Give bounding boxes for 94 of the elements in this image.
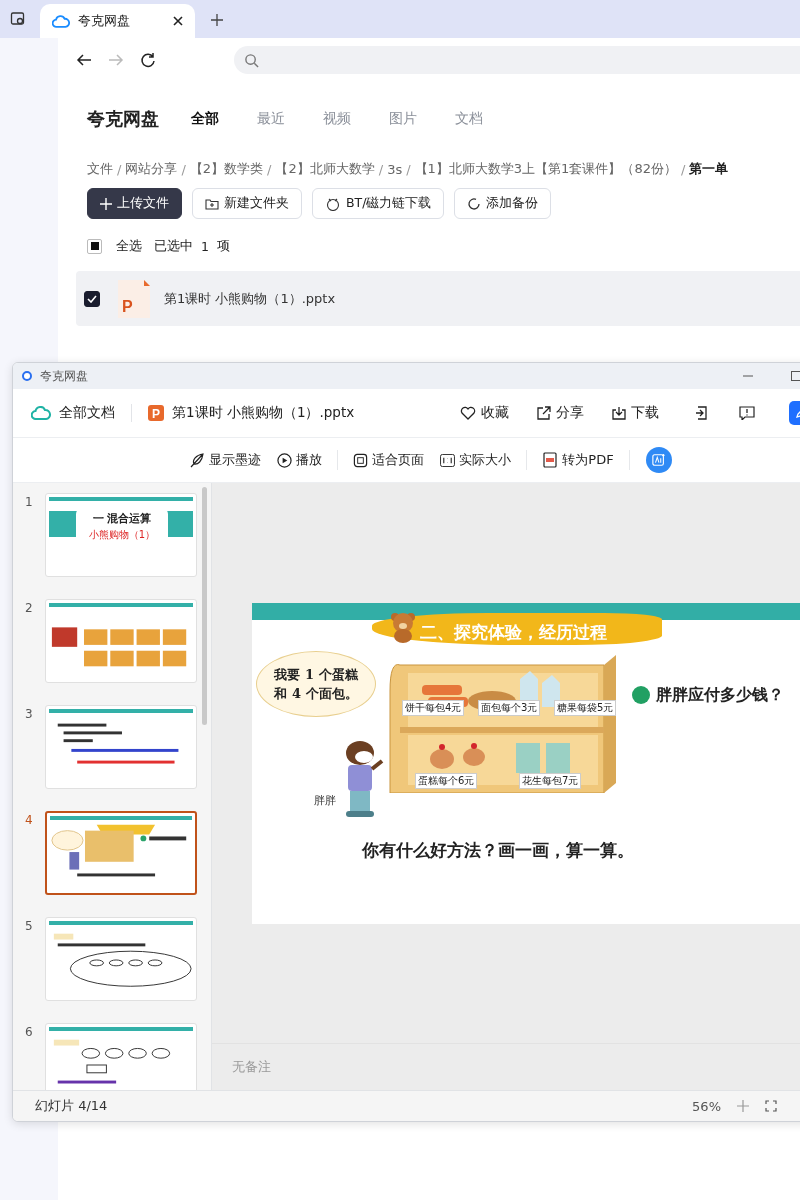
slide-thumbnail[interactable]: 一 混合运算 小熊购物（1） bbox=[45, 493, 197, 577]
slide-number: 2 bbox=[25, 600, 34, 617]
download-icon bbox=[612, 406, 626, 420]
price-label: 蛋糕每个6元 bbox=[415, 773, 478, 789]
character-name: 胖胖 bbox=[314, 793, 336, 808]
close-icon[interactable] bbox=[173, 16, 183, 26]
fit-page-icon bbox=[353, 452, 369, 468]
slide-number: 5 bbox=[25, 918, 34, 935]
search-icon bbox=[244, 52, 259, 68]
reload-icon[interactable] bbox=[140, 52, 156, 68]
action-button[interactable]: 新建文件夹 bbox=[192, 188, 302, 219]
feather-icon bbox=[189, 452, 206, 468]
document-title: 第1课时 小熊购物（1）.pptx bbox=[172, 404, 355, 422]
speech-bubble: 我要 1 个蛋糕 和 4 个面包。 bbox=[256, 651, 376, 717]
new-tab-icon[interactable] bbox=[211, 14, 223, 26]
bt-icon bbox=[325, 196, 341, 211]
thumbnail-title: 一 混合运算 bbox=[92, 510, 152, 526]
slide-heading: 二、探究体验，经历过程 bbox=[420, 621, 607, 644]
breadcrumb-link[interactable]: 3s bbox=[387, 161, 403, 177]
slide-counter: 幻灯片 4/14 bbox=[35, 1097, 108, 1115]
maximize-icon[interactable] bbox=[791, 371, 800, 381]
selected-count: 1 bbox=[201, 238, 209, 254]
price-label: 饼干每包4元 bbox=[402, 700, 465, 716]
actual-size-icon bbox=[440, 453, 456, 467]
nav-tab[interactable]: 图片 bbox=[389, 110, 417, 128]
price-label: 花生每包7元 bbox=[519, 773, 582, 789]
all-documents-link[interactable]: 全部文档 bbox=[59, 404, 115, 422]
header-action-button[interactable]: 收藏 bbox=[454, 403, 515, 423]
select-all-checkbox[interactable] bbox=[87, 238, 102, 254]
cloud-icon bbox=[31, 406, 51, 420]
toolbar-button[interactable]: 转为PDF bbox=[537, 451, 619, 469]
plus-icon bbox=[100, 197, 112, 210]
play-icon bbox=[277, 452, 293, 468]
pptx-file-icon: P bbox=[118, 279, 150, 318]
breadcrumb-link[interactable]: 【2】北师大数学 bbox=[275, 160, 375, 178]
nav-tab[interactable]: 全部 bbox=[191, 110, 219, 128]
tab-title: 夸克网盘 bbox=[78, 12, 130, 30]
slide-prompt: 你有什么好方法？画一画，算一算。 bbox=[362, 839, 634, 862]
zoom-level: 56% bbox=[692, 1098, 721, 1114]
action-button[interactable]: 上传文件 bbox=[87, 188, 182, 219]
file-row[interactable]: P 第1课时 小熊购物（1）.pptx bbox=[76, 271, 800, 326]
thumbnail-subtitle: 小熊购物（1） bbox=[88, 527, 156, 542]
breadcrumb-link[interactable]: 网站分享 bbox=[125, 160, 178, 178]
action-button[interactable]: 添加备份 bbox=[454, 188, 552, 219]
file-checkbox[interactable] bbox=[84, 290, 100, 307]
price-label: 面包每个3元 bbox=[478, 700, 541, 716]
toolbar-button[interactable]: 适合页面 bbox=[348, 451, 430, 469]
tab-search-icon[interactable] bbox=[10, 11, 26, 27]
breadcrumb-link[interactable]: 【2】数学类 bbox=[189, 160, 264, 178]
price-label: 糖果每袋5元 bbox=[554, 700, 617, 716]
selected-unit: 项 bbox=[216, 237, 230, 255]
sync-icon bbox=[467, 196, 482, 211]
toolbar-button[interactable]: 显示墨迹 bbox=[184, 451, 267, 469]
toolbar-button[interactable]: 播放 bbox=[272, 451, 328, 469]
breadcrumb-link[interactable]: 【1】北师大数学3上【第1套课件】（82份） bbox=[414, 160, 677, 178]
header-action-button[interactable]: 下载 bbox=[606, 403, 665, 423]
breadcrumb-link[interactable]: 第一单 bbox=[689, 160, 729, 178]
header-action-button[interactable]: 分享 bbox=[531, 403, 590, 423]
app-icon bbox=[22, 371, 32, 381]
cloud-icon bbox=[52, 14, 70, 28]
action-button[interactable]: BT/磁力链下载 bbox=[312, 188, 445, 219]
slide-number: 4 bbox=[25, 812, 34, 829]
bullet-icon bbox=[632, 686, 650, 704]
file-name: 第1课时 小熊购物（1）.pptx bbox=[164, 289, 336, 308]
slide-question: 胖胖应付多少钱？ bbox=[656, 685, 784, 706]
share-icon bbox=[537, 406, 551, 420]
slide-thumbnail[interactable] bbox=[45, 811, 197, 895]
ai-assistant-button[interactable] bbox=[645, 447, 672, 473]
breadcrumb-separator: / bbox=[117, 161, 122, 177]
toolbar-button[interactable]: 实际大小 bbox=[435, 451, 517, 469]
pdf-icon bbox=[542, 452, 559, 468]
slide-number: 3 bbox=[25, 706, 34, 723]
feedback-icon[interactable] bbox=[739, 406, 755, 420]
slide-number: 6 bbox=[25, 1024, 34, 1041]
select-all-label: 全选 bbox=[116, 237, 142, 255]
breadcrumb-separator: / bbox=[406, 161, 411, 177]
folder-icon bbox=[205, 197, 219, 210]
heart-icon bbox=[460, 406, 476, 420]
selected-label: 已选中 bbox=[154, 237, 193, 255]
window-title: 夸克网盘 bbox=[40, 367, 88, 385]
breadcrumb-separator: / bbox=[267, 161, 272, 177]
breadcrumb-separator: / bbox=[680, 161, 686, 177]
ai-icon bbox=[651, 453, 666, 467]
breadcrumb-separator: / bbox=[378, 161, 384, 177]
checkmark-icon bbox=[87, 294, 97, 303]
app-logo: 夸克网盘 bbox=[87, 107, 159, 131]
browser-tab[interactable]: 夸克网盘 bbox=[40, 4, 195, 38]
slide-number: 1 bbox=[25, 494, 34, 511]
fullscreen-icon[interactable] bbox=[765, 1100, 777, 1112]
breadcrumb-separator: / bbox=[181, 161, 186, 177]
breadcrumb-link[interactable]: 文件 bbox=[87, 160, 113, 178]
export-icon[interactable] bbox=[695, 406, 709, 420]
pptx-icon: P bbox=[148, 405, 164, 421]
back-icon[interactable] bbox=[76, 52, 92, 68]
